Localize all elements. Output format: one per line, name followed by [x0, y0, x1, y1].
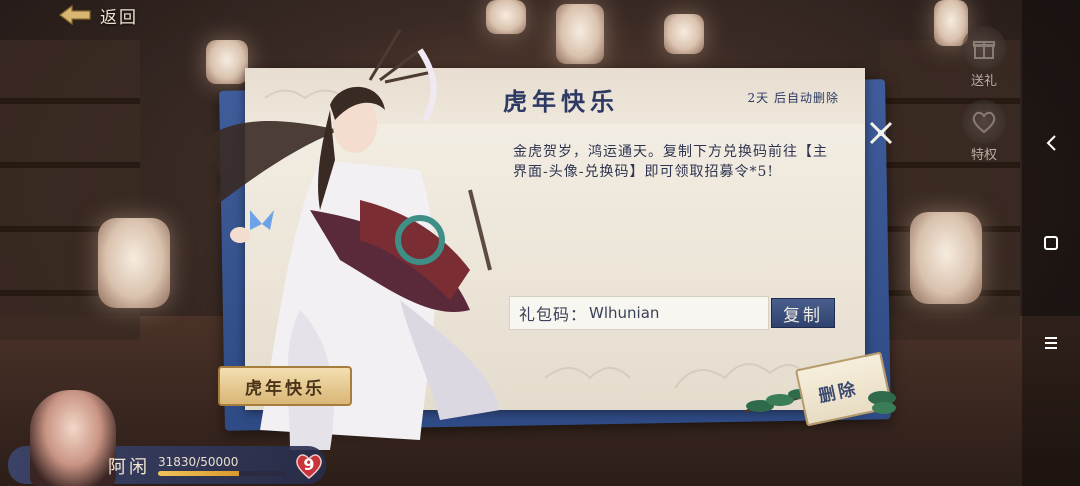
gift-button[interactable]: 送礼: [954, 26, 1014, 89]
chevron-left-icon: [1046, 135, 1056, 151]
pine-cluster-icon: [868, 391, 896, 414]
background-lantern: [910, 212, 982, 304]
heart-crest-icon: [962, 100, 1006, 144]
stamina-fill: [158, 471, 240, 476]
mail-ribbon-label: 虎年快乐: [218, 366, 352, 406]
top-bar: 返回: [0, 0, 1080, 36]
gift-label: 送礼: [970, 74, 997, 89]
stamina-text: 31830/50000: [158, 455, 239, 469]
close-button[interactable]: [868, 120, 894, 146]
expire-days: 2天: [747, 91, 770, 105]
privilege-label: 特权: [970, 148, 997, 163]
nav-home-button[interactable]: [1038, 230, 1064, 256]
player-status: 阿闲 31830/50000 9: [0, 390, 340, 486]
expire-suffix: 后自动删除: [773, 91, 839, 105]
expire-notice: 2天 后自动删除: [748, 89, 839, 106]
mail-body-text: 金虎贺岁，鸿运通天。复制下方兑换码前往【主界面-头像-兑换码】即可领取招募令*5…: [513, 144, 828, 180]
heart-counter[interactable]: 9: [294, 452, 324, 480]
square-icon: [1044, 236, 1058, 250]
gift-code-label: 礼包码：: [519, 305, 588, 324]
privilege-button[interactable]: 特权: [954, 100, 1014, 163]
menu-icon: [1045, 337, 1057, 349]
nav-recents-button[interactable]: [1038, 330, 1064, 356]
stamina-bar: [158, 471, 286, 476]
character-illustration: [190, 29, 500, 450]
copy-button[interactable]: 复制: [771, 298, 835, 328]
back-label: 返回: [100, 7, 138, 28]
player-avatar[interactable]: [30, 390, 116, 486]
system-navigation-bar: [1022, 0, 1080, 486]
back-arrow-icon: [59, 4, 91, 26]
gift-icon: [962, 26, 1006, 70]
delete-button[interactable]: 删除: [740, 351, 900, 432]
back-button[interactable]: 返回: [58, 2, 138, 28]
nav-back-button[interactable]: [1038, 130, 1064, 156]
background-lantern: [98, 218, 170, 308]
gift-code-field[interactable]: 礼包码： Wlhunian: [509, 296, 769, 330]
player-name: 阿闲: [108, 457, 150, 478]
mail-title: 虎年快乐: [503, 87, 619, 116]
heart-count: 9: [303, 455, 315, 474]
close-icon: [869, 121, 893, 145]
gift-code-value: Wlhunian: [589, 304, 660, 322]
